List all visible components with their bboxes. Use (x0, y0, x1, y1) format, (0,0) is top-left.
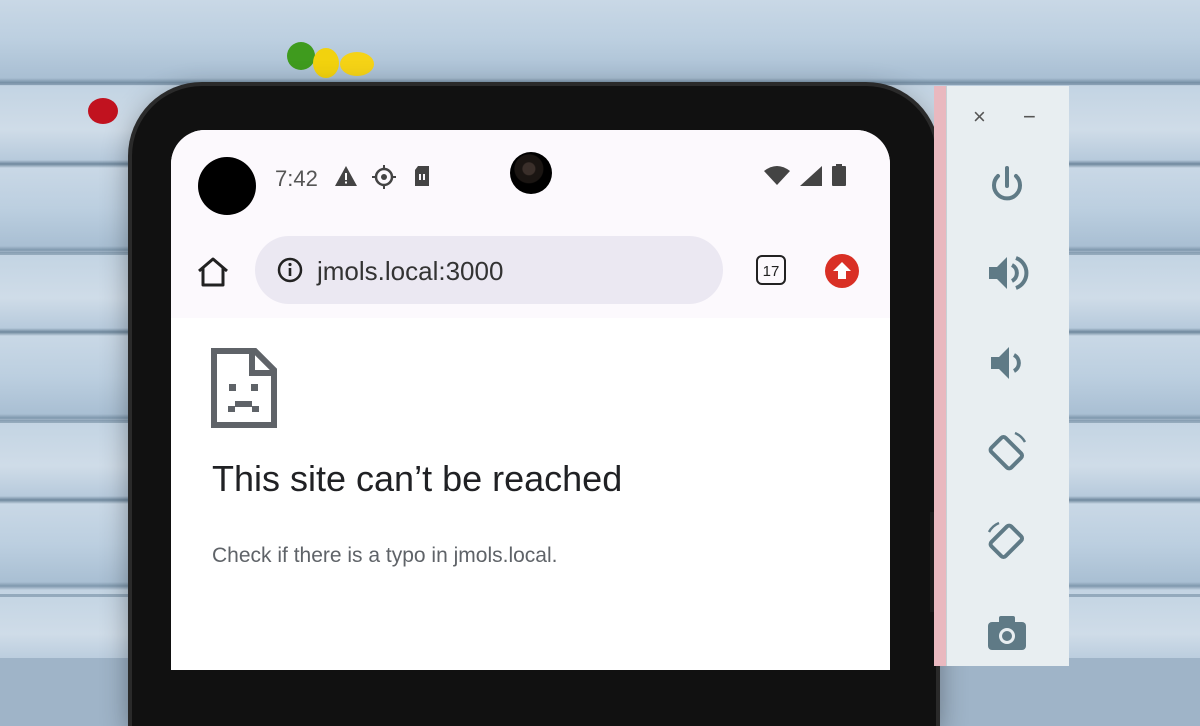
volume-down-icon[interactable] (985, 341, 1029, 385)
overlay-dot (198, 157, 256, 215)
error-title: This site can’t be reached (212, 458, 623, 499)
volume-up-icon[interactable] (985, 251, 1029, 295)
rotate-left-icon[interactable] (985, 430, 1029, 474)
sim-card-icon (415, 166, 429, 186)
panel-edge (934, 86, 946, 666)
candy-decoration (340, 52, 374, 76)
emulator-control-panel: × − (946, 86, 1069, 666)
sad-document-icon (211, 348, 277, 428)
phone-screen: 7:42 jmols.local:3000 17 This site can’t… (171, 130, 890, 670)
crosshair-icon (372, 165, 396, 189)
arrow-up-icon (833, 262, 851, 279)
url-text: jmols.local:3000 (317, 256, 504, 286)
warning-icon (335, 166, 357, 186)
candy-decoration (287, 42, 315, 70)
system-icons (763, 164, 846, 192)
power-icon[interactable] (985, 164, 1029, 208)
plank-divider (0, 82, 1200, 85)
url-bar[interactable]: jmols.local:3000 (255, 236, 723, 304)
error-page: This site can’t be reached Check if ther… (171, 318, 890, 670)
candy-decoration (313, 48, 339, 78)
minimize-button[interactable]: − (1023, 104, 1036, 130)
status-time: 7:42 (275, 166, 318, 191)
tab-switcher-button[interactable]: 17 (756, 255, 786, 285)
update-button[interactable] (825, 254, 859, 288)
close-button[interactable]: × (973, 104, 986, 130)
rotate-right-icon[interactable] (985, 520, 1029, 564)
home-icon[interactable] (195, 254, 231, 290)
browser-toolbar: jmols.local:3000 17 (171, 222, 890, 318)
front-camera (510, 152, 552, 194)
camera-icon[interactable] (985, 610, 1029, 654)
battery-icon (832, 164, 846, 186)
info-icon[interactable] (277, 257, 303, 283)
signal-icon (799, 166, 822, 186)
status-bar: 7:42 (171, 130, 890, 222)
candy-decoration (88, 98, 118, 124)
wifi-icon (763, 166, 790, 185)
error-description: Check if there is a typo in jmols.local. (212, 544, 558, 567)
